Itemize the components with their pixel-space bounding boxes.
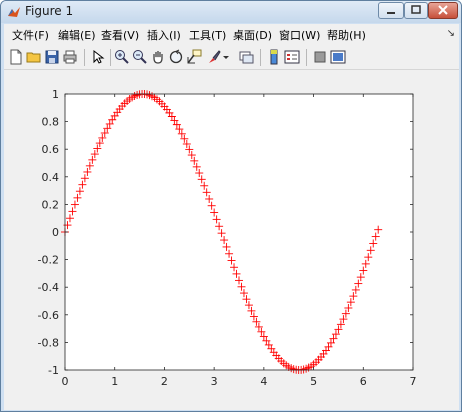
link-plot-icon[interactable] bbox=[238, 49, 254, 65]
maximize-icon bbox=[411, 5, 421, 14]
menu-view[interactable]: 查看(V) bbox=[101, 27, 139, 43]
minimize-button[interactable] bbox=[378, 2, 404, 19]
figure-canvas: 0 1 2 3 4 5 6 7 -1 -0.8 -0.6 -0.4 -0.2 0 0.2 0.4 0.6 0.8… bbox=[4, 70, 459, 410]
x-tick-label: 3 bbox=[211, 375, 218, 388]
figure-window: Figure 1 文件(F) 编辑(E) 查看(V) 插入(I) 工具(T) 桌… bbox=[0, 0, 462, 412]
close-icon bbox=[438, 5, 448, 15]
maximize-button[interactable] bbox=[404, 2, 428, 19]
data-cursor-icon[interactable] bbox=[186, 49, 202, 65]
y-tick-label: 0.4 bbox=[42, 171, 60, 184]
x-tick-label: 5 bbox=[310, 375, 317, 388]
y-tick-label: 0.2 bbox=[42, 198, 60, 211]
y-tick-label: 0.8 bbox=[42, 116, 60, 129]
y-tick-label: 1 bbox=[52, 88, 59, 101]
toolbar-separator bbox=[260, 49, 261, 66]
brush-dropdown-icon[interactable] bbox=[222, 49, 230, 65]
y-tick-label: -0.4 bbox=[38, 281, 59, 294]
toolbar-separator bbox=[84, 49, 85, 66]
x-tick-label: 7 bbox=[410, 375, 417, 388]
figure-toolbar bbox=[4, 45, 459, 70]
minimize-icon bbox=[387, 12, 395, 14]
rotate-3d-icon[interactable] bbox=[168, 49, 184, 65]
title-bar[interactable]: Figure 1 bbox=[1, 1, 461, 23]
plot-chart[interactable]: 0 1 2 3 4 5 6 7 -1 -0.8 -0.6 -0.4 -0.2 0 0.2 0.4 0.6 0.8… bbox=[4, 70, 459, 410]
toolbar-separator bbox=[110, 49, 111, 66]
pointer-icon[interactable] bbox=[90, 49, 106, 65]
menu-desktop[interactable]: 桌面(D) bbox=[233, 27, 272, 43]
menu-bar: 文件(F) 编辑(E) 查看(V) 插入(I) 工具(T) 桌面(D) 窗口(W… bbox=[4, 24, 459, 45]
y-tick-label: -0.2 bbox=[38, 254, 59, 267]
menu-help[interactable]: 帮助(H) bbox=[327, 27, 366, 43]
x-tick-label: 4 bbox=[260, 375, 267, 388]
close-button[interactable] bbox=[428, 2, 458, 19]
matlab-icon bbox=[8, 7, 20, 17]
print-icon[interactable] bbox=[62, 49, 78, 65]
y-tick-label: 0.6 bbox=[42, 143, 60, 156]
x-tick-label: 1 bbox=[111, 375, 118, 388]
window-title: Figure 1 bbox=[25, 4, 74, 18]
menu-edit[interactable]: 编辑(E) bbox=[58, 27, 96, 43]
legend-icon[interactable] bbox=[284, 49, 300, 65]
hide-plot-tools-icon[interactable] bbox=[312, 49, 328, 65]
y-tick-label: -0.6 bbox=[38, 309, 59, 322]
axes-background bbox=[65, 94, 413, 370]
menu-tools[interactable]: 工具(T) bbox=[189, 27, 226, 43]
y-tick-label: 0 bbox=[52, 226, 59, 239]
toolbar-separator bbox=[306, 49, 307, 66]
show-plot-tools-icon[interactable] bbox=[330, 49, 346, 65]
x-tick-label: 6 bbox=[360, 375, 367, 388]
x-tick-label: 2 bbox=[161, 375, 168, 388]
menu-file[interactable]: 文件(F) bbox=[12, 27, 49, 43]
new-figure-icon[interactable] bbox=[8, 49, 24, 65]
zoom-in-icon[interactable] bbox=[114, 49, 130, 65]
colorbar-icon[interactable] bbox=[266, 49, 282, 65]
pan-icon[interactable] bbox=[150, 49, 166, 65]
menu-window[interactable]: 窗口(W) bbox=[279, 27, 320, 43]
brush-icon[interactable] bbox=[206, 49, 222, 65]
y-tick-label: -0.8 bbox=[38, 336, 59, 349]
x-tick-label: 0 bbox=[62, 375, 69, 388]
menu-insert[interactable]: 插入(I) bbox=[147, 27, 181, 43]
zoom-out-icon[interactable] bbox=[132, 49, 148, 65]
open-file-icon[interactable] bbox=[26, 49, 42, 65]
save-icon[interactable] bbox=[44, 49, 60, 65]
y-tick-label: -1 bbox=[48, 364, 59, 377]
dock-arrow-icon[interactable]: ↘ bbox=[447, 28, 455, 39]
